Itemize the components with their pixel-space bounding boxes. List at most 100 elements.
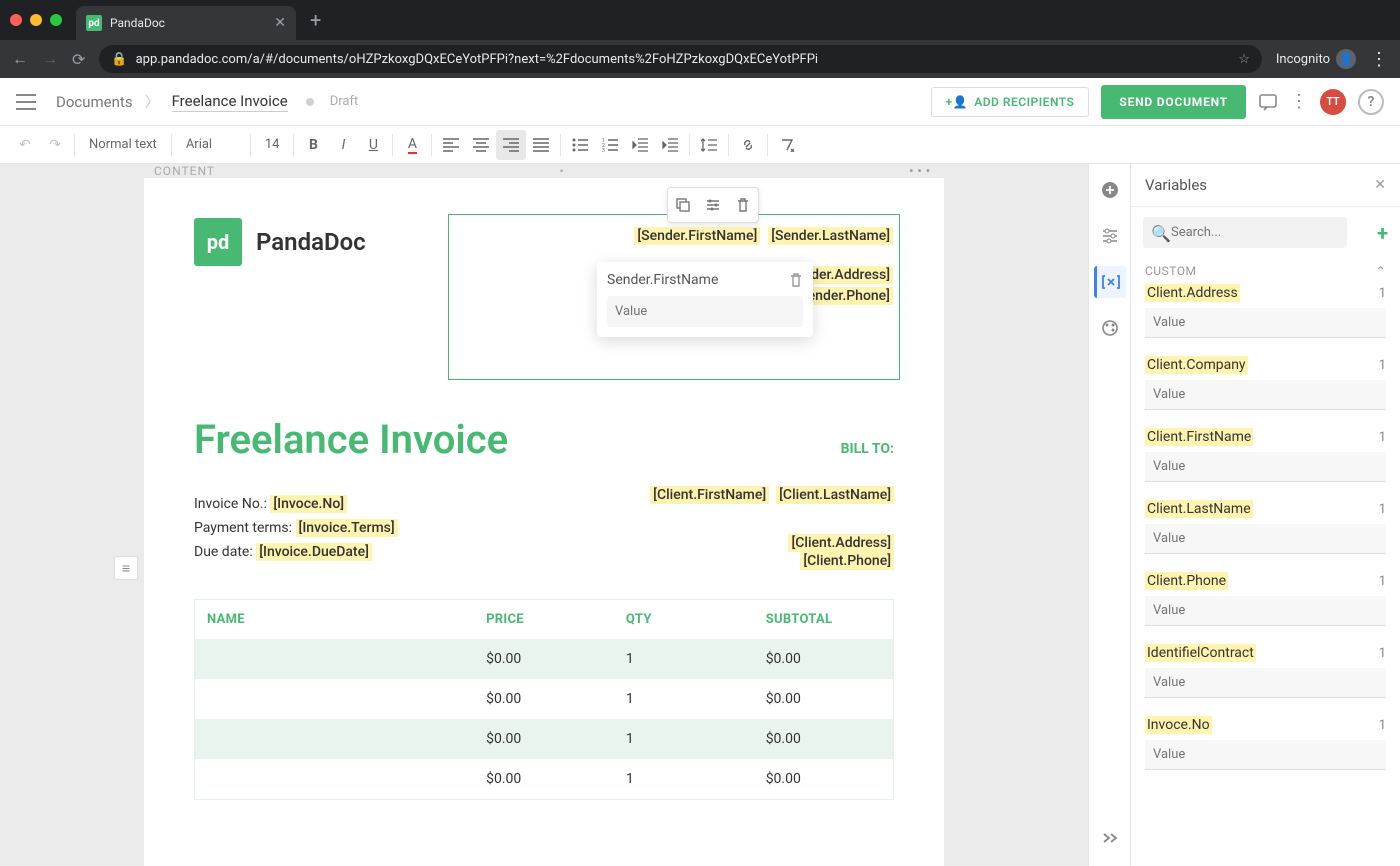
add-recipients-button[interactable]: +👤 ADD RECIPIENTS bbox=[931, 87, 1090, 117]
bold-button[interactable]: B bbox=[298, 130, 328, 160]
maximize-window-button[interactable] bbox=[50, 14, 62, 26]
variable-value-input[interactable] bbox=[1145, 740, 1386, 770]
help-button[interactable]: ? bbox=[1358, 89, 1384, 115]
sender-lastname-token[interactable]: [Sender.LastName] bbox=[768, 227, 893, 245]
variable-value-input[interactable] bbox=[607, 296, 803, 327]
star-icon[interactable]: ☆ bbox=[1238, 52, 1250, 67]
menu-button[interactable] bbox=[16, 94, 36, 110]
bill-to-block: BILL TO: [Client.FirstName] [Client.Last… bbox=[650, 493, 894, 571]
copy-button[interactable] bbox=[668, 188, 698, 222]
align-right-button[interactable] bbox=[496, 130, 526, 160]
align-center-button[interactable] bbox=[466, 130, 496, 160]
variable-item: Client.LastName 1 bbox=[1145, 500, 1386, 554]
add-variable-button[interactable]: + bbox=[1377, 221, 1388, 245]
variable-count: 1 bbox=[1379, 502, 1386, 517]
variable-value-input[interactable] bbox=[1145, 596, 1386, 626]
italic-button[interactable]: I bbox=[328, 130, 358, 160]
invoice-table[interactable]: NAME PRICE QTY SUBTOTAL $0.001$0.00 $0.0… bbox=[194, 599, 894, 800]
more-menu-button[interactable]: ⋮ bbox=[1290, 91, 1308, 112]
line-height-button[interactable] bbox=[694, 130, 724, 160]
collapse-rail-button[interactable] bbox=[1094, 822, 1126, 854]
client-address-token[interactable]: [Client.Address] bbox=[788, 534, 894, 552]
panel-section-header[interactable]: CUSTOM ⌃ bbox=[1131, 258, 1400, 284]
breadcrumb-root[interactable]: Documents bbox=[56, 93, 133, 111]
chevron-right-icon: 〉 bbox=[145, 91, 160, 112]
browser-tab[interactable]: pd PandaDoc ✕ bbox=[76, 6, 296, 40]
underline-button[interactable]: U bbox=[358, 130, 388, 160]
text-color-button[interactable]: A bbox=[397, 130, 427, 160]
variable-value-input[interactable] bbox=[1145, 308, 1386, 338]
variable-name[interactable]: Client.Company bbox=[1145, 356, 1248, 374]
table-row[interactable]: $0.001$0.00 bbox=[195, 719, 894, 759]
client-phone-token[interactable]: [Client.Phone] bbox=[800, 552, 894, 570]
theme-button[interactable] bbox=[1094, 312, 1126, 344]
variable-name[interactable]: Client.LastName bbox=[1145, 500, 1253, 518]
browser-menu-button[interactable]: ⋮ bbox=[1370, 49, 1388, 70]
back-button[interactable]: ← bbox=[12, 49, 28, 69]
bullet-list-button[interactable] bbox=[565, 130, 595, 160]
delete-button[interactable] bbox=[728, 188, 758, 222]
format-toolbar: ↶ ↷ Normal text Arial 14 B I U A 123 bbox=[0, 126, 1400, 164]
settings-button[interactable] bbox=[698, 188, 728, 222]
panel-title: Variables bbox=[1145, 176, 1207, 194]
avatar[interactable]: TT bbox=[1320, 89, 1346, 115]
canvas-more-button[interactable]: ••• bbox=[909, 164, 934, 178]
variables-button[interactable] bbox=[1094, 266, 1126, 298]
align-left-button[interactable] bbox=[436, 130, 466, 160]
document-page[interactable]: ≡ pd PandaDoc [Sender.FirstName] [Sender… bbox=[144, 178, 944, 866]
variable-item: IdentifielContract1 bbox=[1145, 644, 1386, 698]
variable-name[interactable]: Client.Address bbox=[1145, 284, 1240, 302]
table-row[interactable]: $0.001$0.00 bbox=[195, 639, 894, 679]
reload-button[interactable]: ⟳ bbox=[72, 50, 85, 69]
due-date-token[interactable]: [Invoice.DueDate] bbox=[256, 543, 372, 561]
variable-name[interactable]: Client.FirstName bbox=[1145, 428, 1253, 446]
undo-button[interactable]: ↶ bbox=[10, 130, 40, 160]
close-panel-button[interactable]: ✕ bbox=[1374, 177, 1386, 193]
variable-name[interactable]: Invoce.No bbox=[1145, 716, 1212, 734]
variables-panel: Variables ✕ 🔍 + CUSTOM ⌃ Client.Address1… bbox=[1130, 164, 1400, 866]
redo-button[interactable]: ↷ bbox=[40, 130, 70, 160]
search-input[interactable] bbox=[1143, 217, 1347, 248]
variable-popup-name: Sender.FirstName bbox=[607, 272, 718, 288]
variable-value-input[interactable] bbox=[1145, 380, 1386, 410]
payment-terms-token[interactable]: [Invoice.Terms] bbox=[296, 519, 398, 537]
url-bar[interactable]: 🔒 app.pandadoc.com/a/#/documents/oHZPzko… bbox=[99, 45, 1261, 73]
breadcrumb-current[interactable]: Freelance Invoice bbox=[172, 92, 288, 112]
invoice-no-token[interactable]: [Invoce.No] bbox=[270, 495, 347, 513]
add-block-button[interactable] bbox=[1094, 174, 1126, 206]
sender-firstname-token[interactable]: [Sender.FirstName] bbox=[634, 227, 760, 245]
meta-row: Invoice No.: [Invoce.No] Payment terms: … bbox=[194, 493, 894, 571]
client-firstname-token[interactable]: [Client.FirstName] bbox=[650, 486, 769, 504]
numbered-list-button[interactable]: 123 bbox=[595, 130, 625, 160]
forward-button[interactable]: → bbox=[42, 49, 58, 69]
variable-value-input[interactable] bbox=[1145, 452, 1386, 482]
clear-format-button[interactable] bbox=[772, 130, 802, 160]
link-button[interactable] bbox=[733, 130, 763, 160]
variable-value-input[interactable] bbox=[1145, 668, 1386, 698]
document-canvas: CONTENT • ••• ≡ pd PandaDoc [Sender.Firs… bbox=[0, 164, 1088, 866]
new-tab-button[interactable]: + bbox=[310, 8, 321, 32]
sender-block[interactable]: [Sender.FirstName] [Sender.LastName] [Se… bbox=[448, 214, 900, 380]
trash-icon[interactable] bbox=[789, 272, 803, 288]
table-row[interactable]: $0.001$0.00 bbox=[195, 759, 894, 800]
variable-name[interactable]: Client.Phone bbox=[1145, 572, 1228, 590]
table-row[interactable]: $0.001$0.00 bbox=[195, 679, 894, 719]
variable-name[interactable]: IdentifielContract bbox=[1145, 644, 1256, 662]
close-window-button[interactable] bbox=[10, 14, 22, 26]
font-size-select[interactable]: 14 bbox=[255, 137, 290, 152]
close-tab-button[interactable]: ✕ bbox=[274, 15, 286, 31]
drag-handle[interactable]: ≡ bbox=[114, 556, 138, 580]
send-document-button[interactable]: SEND DOCUMENT bbox=[1101, 85, 1246, 119]
font-select[interactable]: Arial bbox=[176, 137, 246, 152]
content-tab[interactable]: CONTENT bbox=[154, 164, 215, 178]
filters-button[interactable] bbox=[1094, 220, 1126, 252]
outdent-button[interactable] bbox=[625, 130, 655, 160]
align-justify-button[interactable] bbox=[526, 130, 556, 160]
lock-icon: 🔒 bbox=[111, 52, 127, 67]
variable-value-input[interactable] bbox=[1145, 524, 1386, 554]
client-lastname-token[interactable]: [Client.LastName] bbox=[776, 486, 894, 504]
chat-icon[interactable] bbox=[1258, 92, 1278, 112]
minimize-window-button[interactable] bbox=[30, 14, 42, 26]
style-select[interactable]: Normal text bbox=[79, 137, 167, 152]
indent-button[interactable] bbox=[655, 130, 685, 160]
